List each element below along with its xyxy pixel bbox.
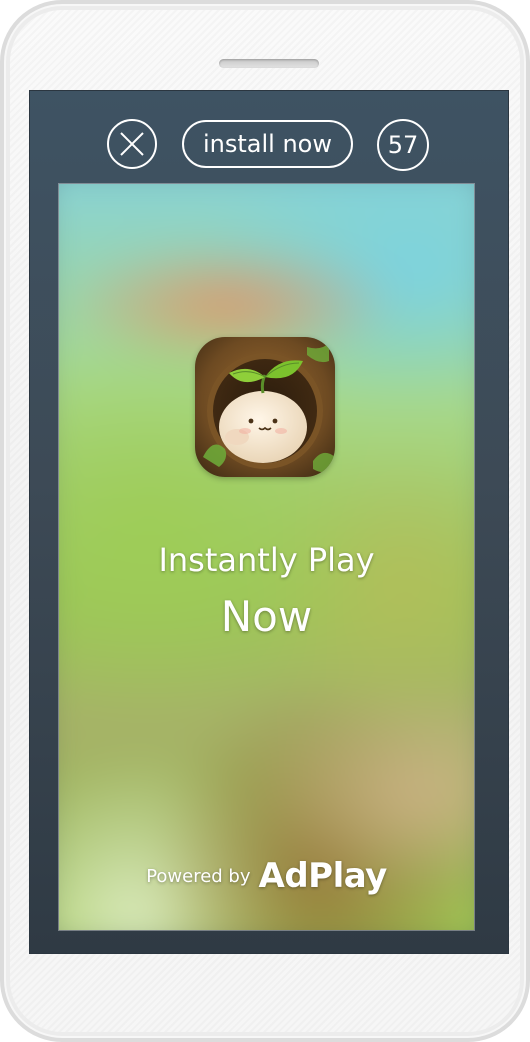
- powered-by-label: Powered by: [146, 865, 251, 887]
- close-icon: [120, 132, 144, 156]
- adplay-logo: AdPlay: [258, 856, 388, 896]
- app-icon[interactable]: [195, 337, 335, 477]
- powered-by-footer: Powered by AdPlay: [59, 856, 474, 896]
- ad-creative[interactable]: Instantly Play Now Powered by AdPlay: [59, 184, 474, 930]
- install-now-button[interactable]: install now: [182, 120, 353, 168]
- headline-now: Now: [220, 592, 313, 641]
- ad-screen: install now 57 Instantly Play Now Powere…: [29, 90, 509, 954]
- speaker-grille: [219, 59, 319, 68]
- phone-frame: install now 57 Instantly Play Now Powere…: [0, 0, 530, 1042]
- headline-instantly-play: Instantly Play: [158, 541, 375, 579]
- countdown-timer: 57: [377, 119, 429, 171]
- close-button[interactable]: [107, 119, 157, 169]
